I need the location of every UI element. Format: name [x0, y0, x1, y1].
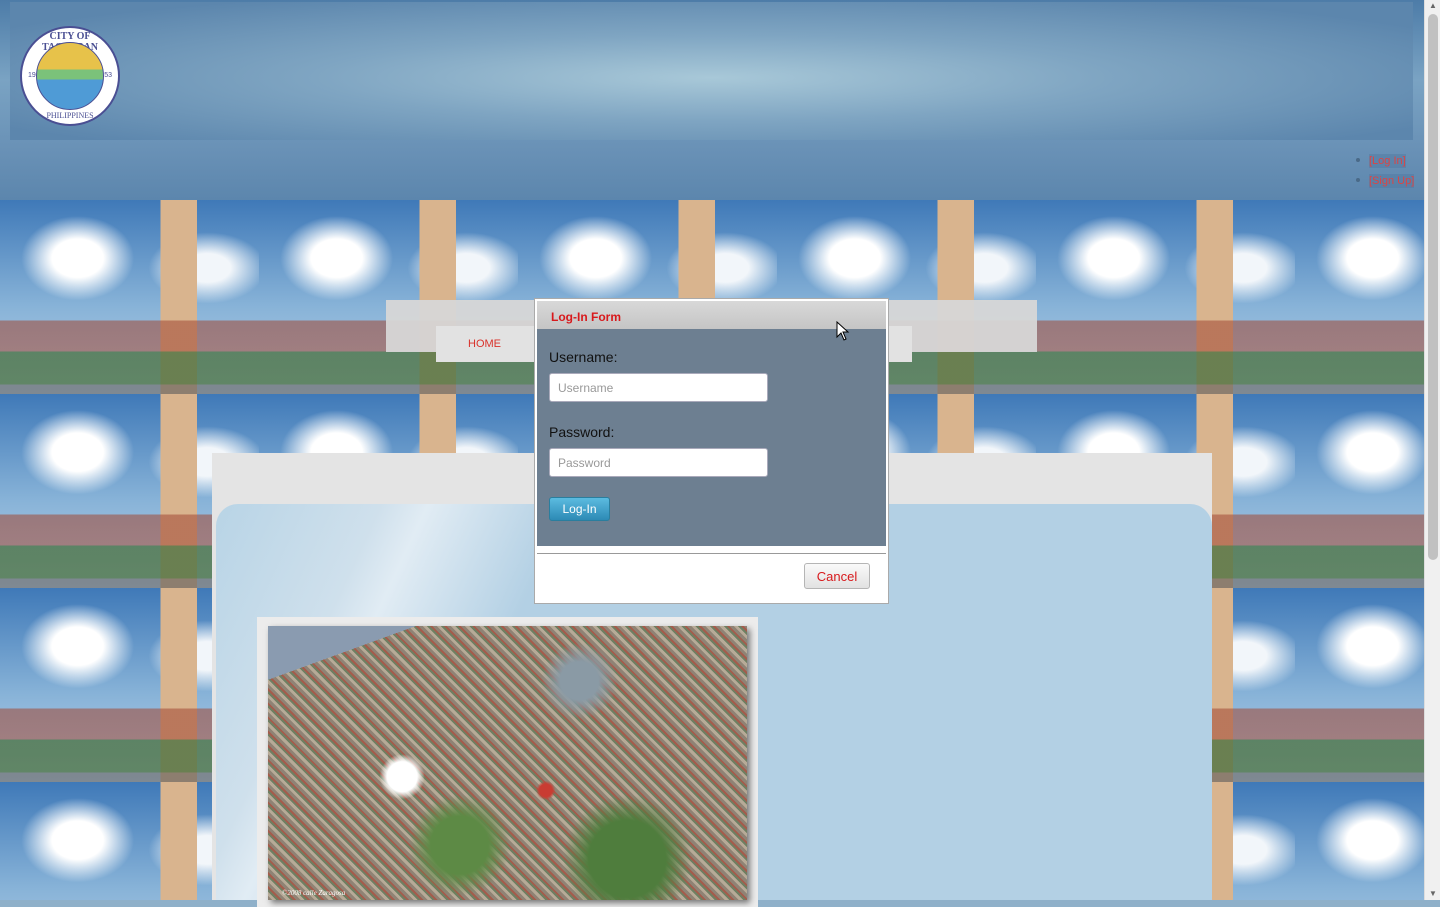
header-banner	[10, 2, 1413, 140]
signup-link[interactable]: [Sign Up]	[1369, 174, 1415, 188]
auth-item-login: [Log In]	[1356, 152, 1414, 172]
modal-title: Log-In Form	[551, 310, 621, 324]
auth-item-signup: [Sign Up]	[1356, 172, 1415, 192]
modal-header[interactable]: Log-In Form	[537, 301, 886, 329]
logo-year-left: 19	[28, 72, 36, 79]
auth-links: [Log In] [Sign Up]	[1356, 152, 1415, 192]
logo-bottom-text: PHILIPPINES	[46, 111, 94, 120]
nav-home-link[interactable]: HOME	[468, 338, 501, 350]
username-label: Username:	[549, 349, 618, 365]
city-seal-logo[interactable]: CITY OF TACLOBAN 19 53 PHILIPPINES	[20, 26, 120, 126]
scroll-thumb[interactable]	[1428, 14, 1438, 560]
cancel-button[interactable]: Cancel	[804, 563, 870, 589]
password-input[interactable]	[549, 448, 768, 477]
username-input[interactable]	[549, 373, 768, 402]
logo-year-right: 53	[104, 72, 112, 79]
mouse-cursor-icon	[836, 321, 850, 341]
vertical-scrollbar[interactable]: ▲ ▼	[1424, 0, 1440, 900]
city-aerial-photo	[268, 626, 747, 900]
modal-divider	[537, 553, 886, 554]
password-label: Password:	[549, 424, 615, 440]
photo-credit: ©2008 calle Zaragosa	[282, 889, 346, 897]
login-modal: Log-In Form Username: Password: Log-In C…	[534, 298, 889, 604]
login-button[interactable]: Log-In	[549, 497, 610, 521]
login-link[interactable]: [Log In]	[1369, 154, 1406, 168]
scroll-up-arrow-icon[interactable]: ▲	[1425, 0, 1440, 12]
site-header: CITY OF TACLOBAN 19 53 PHILIPPINES [Log …	[0, 0, 1424, 200]
scroll-down-arrow-icon[interactable]: ▼	[1425, 888, 1440, 900]
seal-emblem-icon	[36, 42, 104, 110]
